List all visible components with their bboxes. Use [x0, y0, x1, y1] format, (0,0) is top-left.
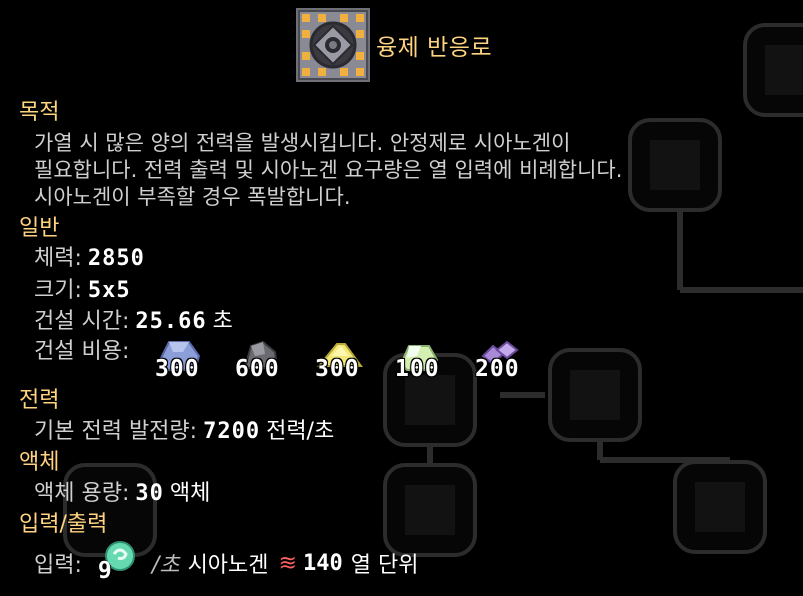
block-info-overlay: 융제 반응로 목적 가열 시 많은 양의 전력을 발생시킵니다. 안정제로 시아…: [0, 0, 803, 596]
cost-item-plastanium: 200: [475, 338, 525, 386]
stat-health-label: 체력:: [34, 246, 82, 271]
stat-power-unit: 전력/초: [266, 419, 335, 444]
stat-power-label: 기본 전력 발전량:: [34, 419, 198, 444]
block-description: 가열 시 많은 양의 전력을 발생시킵니다. 안정제로 시아노겐이 필요합니다.…: [34, 130, 794, 211]
description-line: 가열 시 많은 양의 전력을 발생시킵니다. 안정제로 시아노겐이: [34, 131, 571, 155]
stat-size-label: 크기:: [34, 278, 82, 303]
stat-liquid-capacity: 액체 용량: 30 액체: [34, 480, 210, 508]
input-heat-value: 140: [302, 550, 343, 576]
stat-build-time-label: 건설 시간:: [34, 309, 130, 334]
block-header: 융제 반응로: [296, 8, 492, 82]
stat-liquid-unit: 액체: [169, 481, 211, 506]
stat-size: 크기: 5x5: [34, 277, 131, 305]
stat-liquid-label: 액체 용량:: [34, 481, 130, 506]
section-io-title: 입력/출력: [19, 512, 108, 537]
cost-item-silicon: 600: [235, 338, 285, 386]
input-amount: 9: [97, 558, 112, 584]
cost-amount-plastanium: 200: [475, 356, 520, 382]
stat-build-cost: 건설 비용:: [34, 338, 129, 366]
stat-size-value: 5x5: [87, 278, 131, 303]
stat-build-time: 건설 시간: 25.66 초: [34, 308, 233, 336]
stat-build-time-unit: 초: [212, 309, 233, 334]
stat-liquid-value: 30: [135, 481, 164, 506]
cost-amount-lead: 300: [155, 356, 200, 382]
stat-build-time-value: 25.66: [135, 309, 207, 334]
input-cyanogen: 9: [94, 540, 142, 586]
cost-amount-metaglass: 100: [395, 356, 440, 382]
input-heat-unit: 열 단위: [350, 553, 419, 578]
cost-item-metaglass: 100: [395, 338, 445, 386]
cost-item-surge-alloy: 300: [315, 338, 365, 386]
cost-amount-silicon: 600: [235, 356, 280, 382]
stat-build-cost-label: 건설 비용:: [34, 339, 130, 364]
heat-icon: ≋: [278, 550, 297, 576]
section-liquid-title: 액체: [19, 450, 60, 475]
input-liquid-name: 시아노겐: [187, 553, 269, 578]
cost-item-lead: 300: [155, 338, 205, 386]
block-name: 융제 반응로: [376, 35, 493, 61]
stat-power-generation: 기본 전력 발전량: 7200 전력/초: [34, 418, 334, 446]
stat-health-value: 2850: [87, 246, 145, 271]
section-power-title: 전력: [19, 388, 60, 413]
build-cost-list: 300 600 300 100 200: [155, 338, 555, 386]
stat-input: 입력: 9 /초 시아노겐 ≋ 140 열 단위: [34, 540, 418, 586]
section-general-title: 일반: [19, 216, 60, 241]
section-purpose-title: 목적: [19, 100, 60, 125]
stat-power-value: 7200: [203, 419, 261, 444]
cost-amount-surge-alloy: 300: [315, 356, 360, 382]
stat-input-label: 입력:: [34, 553, 82, 578]
description-line: 시아노겐이 부족할 경우 폭발합니다.: [34, 185, 351, 209]
description-line: 필요합니다. 전력 출력 및 시아노겐 요구량은 열 입력에 비례합니다.: [34, 158, 623, 182]
impact-reactor-icon: [296, 8, 370, 82]
input-per-second: /초: [151, 553, 180, 578]
stat-health: 체력: 2850: [34, 245, 145, 273]
